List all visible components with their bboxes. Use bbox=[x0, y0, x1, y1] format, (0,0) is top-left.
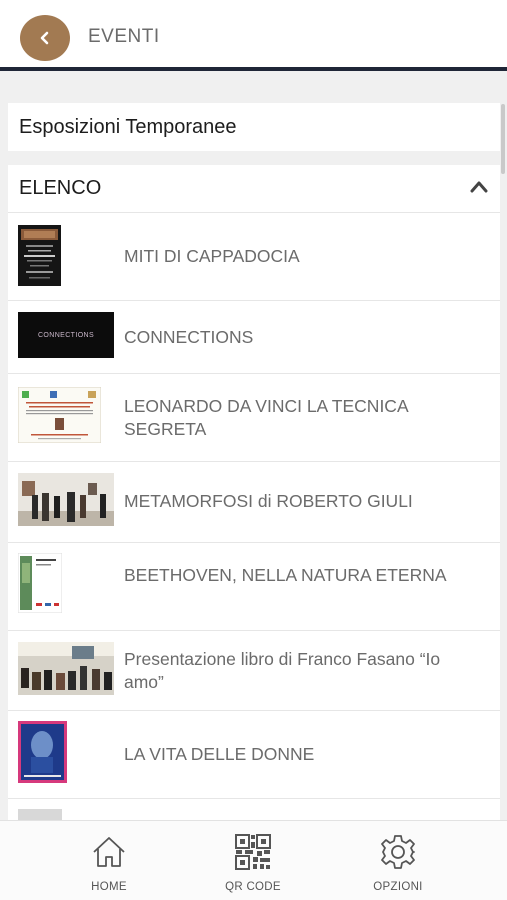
home-icon bbox=[93, 837, 125, 867]
event-title: BEETHOVEN, NELLA NATURA ETERNA bbox=[124, 565, 447, 585]
event-thumbnail bbox=[18, 387, 101, 443]
list-item[interactable]: Presentazione libro di Franco Fasano “Io… bbox=[8, 631, 500, 711]
list-item[interactable]: METAMORFOSI di ROBERTO GIULI bbox=[8, 462, 500, 543]
list-item[interactable]: CONNECTIONS CONNECTIONS bbox=[8, 301, 500, 374]
section-card: Esposizioni Temporanee bbox=[8, 103, 500, 151]
event-title: LA VITA DELLE DONNE bbox=[124, 744, 315, 764]
event-thumbnail: CONNECTIONS bbox=[18, 312, 114, 358]
event-thumbnail bbox=[18, 225, 61, 286]
event-title: MITI DI CAPPADOCIA bbox=[124, 246, 300, 266]
top-bar: EVENTI bbox=[0, 0, 507, 71]
section-title: Esposizioni Temporanee bbox=[19, 115, 237, 138]
header-divider bbox=[0, 67, 507, 71]
tab-home[interactable]: HOME bbox=[49, 821, 169, 900]
tab-options-label: OPZIONI bbox=[373, 881, 423, 893]
event-title: METAMORFOSI di ROBERTO GIULI bbox=[124, 491, 413, 511]
list-item[interactable]: LEONARDO DA VINCI LA TECNICA SEGRETA bbox=[8, 374, 500, 462]
tab-qr-code-label: QR CODE bbox=[225, 881, 281, 893]
tab-home-label: HOME bbox=[91, 881, 127, 893]
scrollbar[interactable] bbox=[501, 104, 505, 174]
qr-code-icon bbox=[235, 834, 271, 870]
list-item[interactable]: MITI DI CAPPADOCIA bbox=[8, 213, 500, 301]
list-item[interactable]: BEETHOVEN, NELLA NATURA ETERNA bbox=[8, 543, 500, 631]
events-list: ELENCO MITI DI CAPPADOCIA CONNECTIONS CO… bbox=[8, 165, 500, 825]
tab-options[interactable]: OPZIONI bbox=[338, 821, 458, 900]
page-title: EVENTI bbox=[88, 26, 160, 47]
gear-icon bbox=[381, 835, 415, 869]
event-thumbnail bbox=[18, 473, 114, 526]
event-title: Presentazione libro di Franco Fasano “Io… bbox=[124, 649, 441, 692]
event-thumbnail bbox=[18, 721, 67, 783]
event-title: LEONARDO DA VINCI LA TECNICA SEGRETA bbox=[124, 396, 408, 439]
event-thumbnail bbox=[18, 642, 114, 695]
list-header[interactable]: ELENCO bbox=[8, 165, 500, 213]
list-item[interactable]: LA VITA DELLE DONNE bbox=[8, 711, 500, 799]
chevron-left-icon bbox=[40, 31, 49, 45]
bottom-tab-bar: HOME QR CODE OPZIONI bbox=[0, 820, 507, 900]
list-header-label: ELENCO bbox=[19, 177, 102, 199]
event-title: CONNECTIONS bbox=[124, 327, 254, 347]
chevron-up-icon[interactable] bbox=[470, 180, 488, 194]
event-thumbnail bbox=[18, 553, 62, 613]
thumbnail-caption: CONNECTIONS bbox=[37, 331, 95, 339]
tab-qr-code[interactable]: QR CODE bbox=[193, 821, 313, 900]
back-button[interactable] bbox=[20, 15, 70, 61]
